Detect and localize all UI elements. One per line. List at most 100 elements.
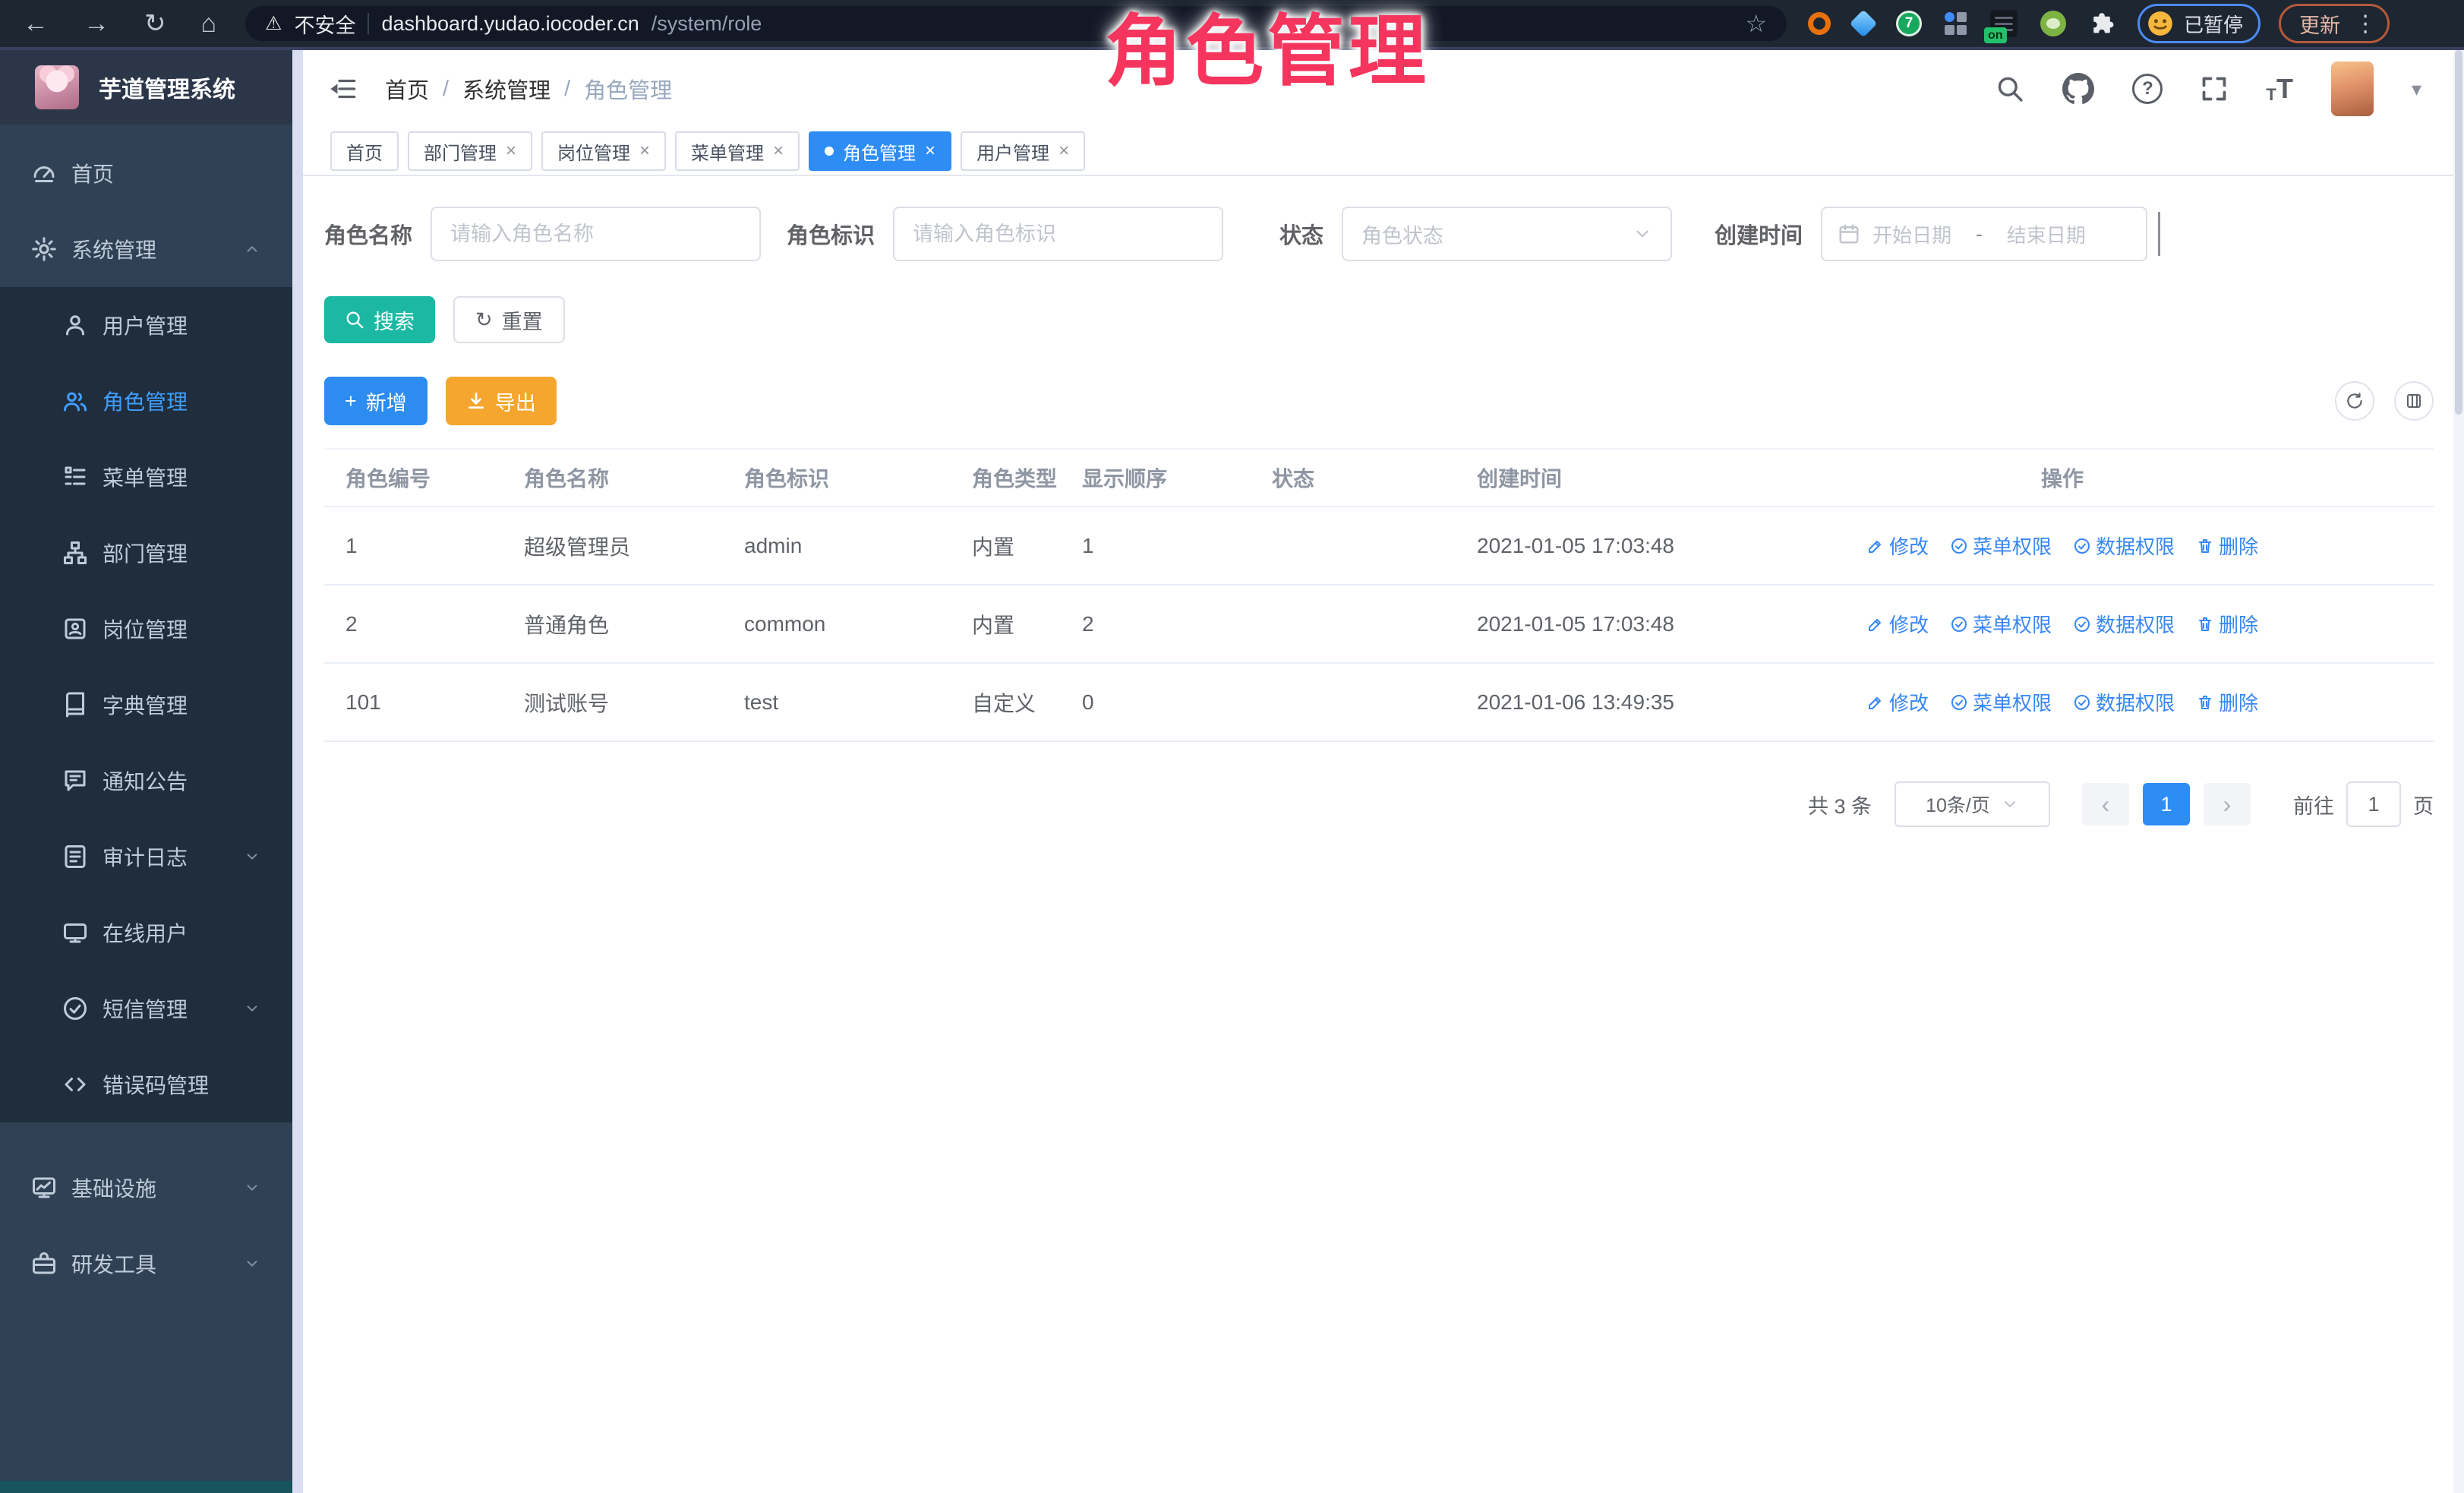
sidebar-item-notices[interactable]: 通知公告 [0, 743, 292, 819]
col-header-name: 角色名称 [503, 462, 723, 493]
sidebar-item-menus[interactable]: 菜单管理 [0, 439, 292, 515]
menu-permission-action[interactable]: 菜单权限 [1950, 532, 2052, 560]
tab-label: 用户管理 [976, 138, 1049, 165]
extension-grid-icon[interactable] [1945, 12, 1967, 35]
tab-users[interactable]: 用户管理 × [961, 131, 1085, 171]
sidebar-bottom-scrollbar[interactable] [0, 1481, 292, 1493]
sidebar-item-system[interactable]: 系统管理 [0, 211, 292, 287]
tab-menus[interactable]: 菜单管理 × [675, 131, 800, 171]
add-button[interactable]: + 新增 [324, 377, 427, 425]
github-icon[interactable] [2062, 73, 2094, 105]
menu-permission-action[interactable]: 菜单权限 [1950, 688, 2052, 716]
goto-page-input[interactable] [2346, 781, 2401, 827]
sidebar-item-posts[interactable]: 岗位管理 [0, 591, 292, 667]
sidebar-item-error-codes[interactable]: 错误码管理 [0, 1046, 292, 1122]
extensions-puzzle-icon[interactable] [2089, 11, 2115, 36]
cell-role-name: 普通角色 [503, 609, 723, 639]
data-permission-action[interactable]: 数据权限 [2073, 610, 2175, 638]
extension-seven-icon[interactable]: 7 [1896, 11, 1922, 36]
tab-posts[interactable]: 岗位管理 × [541, 131, 666, 171]
tab-roles[interactable]: 角色管理 × [809, 131, 951, 171]
sidebar-item-dictionary[interactable]: 字典管理 [0, 667, 292, 743]
sidebar-item-departments[interactable]: 部门管理 [0, 515, 292, 591]
sidebar-item-audit-log[interactable]: 审计日志 [0, 819, 292, 895]
update-label: 更新 [2299, 9, 2340, 39]
tab-departments[interactable]: 部门管理 × [408, 131, 532, 171]
tab-close-icon[interactable]: × [506, 140, 516, 162]
role-code-input[interactable] [893, 207, 1223, 261]
sidebar-collapse-icon[interactable] [327, 76, 358, 102]
edit-action[interactable]: 修改 [1866, 532, 1929, 560]
sidebar-item-infrastructure[interactable]: 基础设施 [0, 1150, 292, 1226]
edit-icon [1866, 693, 1885, 712]
profile-paused-pill[interactable]: 已暂停 [2137, 4, 2261, 43]
back-icon[interactable]: ← [23, 11, 49, 36]
toggle-knob [1245, 627, 1269, 652]
url-bar[interactable]: ⚠ 不安全 dashboard.yudao.iocoder.cn/system/… [245, 6, 1787, 41]
reset-button[interactable]: ↻ 重置 [453, 296, 565, 343]
sidebar-item-sms[interactable]: 短信管理 [0, 971, 292, 1046]
column-settings-button[interactable] [2394, 381, 2434, 421]
sidebar-item-roles[interactable]: 角色管理 [0, 363, 292, 439]
data-permission-action[interactable]: 数据权限 [2073, 688, 2175, 716]
search-icon[interactable] [1995, 74, 2024, 103]
bookmark-star-icon[interactable]: ☆ [1745, 9, 1767, 38]
menu-permission-action[interactable]: 菜单权限 [1950, 610, 2052, 638]
delete-action[interactable]: 删除 [2196, 532, 2258, 560]
search-button[interactable]: 搜索 [324, 296, 435, 343]
filter-role-name: 角色名称 [324, 207, 761, 261]
circle-check-icon [2073, 537, 2091, 555]
sidebar-item-label: 系统管理 [71, 234, 156, 264]
data-permission-action[interactable]: 数据权限 [2073, 532, 2175, 560]
extension-dark-icon[interactable]: on [1990, 10, 2018, 37]
help-icon[interactable]: ? [2132, 74, 2163, 104]
delete-action[interactable]: 删除 [2196, 688, 2258, 716]
fullscreen-icon[interactable] [2201, 75, 2228, 103]
page-scrollbar[interactable] [2453, 50, 2464, 1493]
tab-close-icon[interactable]: × [925, 140, 935, 162]
reload-icon[interactable]: ↻ [144, 11, 166, 36]
breadcrumb-home[interactable]: 首页 [385, 73, 429, 105]
update-pill[interactable]: 更新 ⋮ [2279, 4, 2390, 43]
page-1-button[interactable]: 1 [2143, 783, 2190, 825]
export-button[interactable]: 导出 [446, 377, 557, 425]
sidebar-item-devtools[interactable]: 研发工具 [0, 1226, 292, 1302]
extension-monkey-icon[interactable] [2040, 11, 2066, 36]
page-size-select[interactable]: 10条/页 [1895, 781, 2050, 827]
sidebar-scrollbar[interactable] [292, 50, 303, 1493]
sidebar-item-home[interactable]: 首页 [0, 135, 292, 211]
goto-label: 前往 [2293, 790, 2334, 819]
chevron-up-icon [244, 241, 260, 257]
edit-action[interactable]: 修改 [1866, 610, 1929, 638]
avatar-caret-down-icon[interactable]: ▾ [2412, 77, 2421, 101]
sidebar-item-label: 部门管理 [103, 538, 188, 568]
user-avatar[interactable] [2331, 62, 2374, 116]
next-page-button[interactable]: › [2204, 783, 2251, 825]
scrollbar-thumb[interactable] [2455, 50, 2462, 415]
tab-close-icon[interactable]: × [639, 140, 650, 162]
select-caret-icon [2001, 795, 2019, 813]
status-select[interactable]: 角色状态 [1342, 207, 1672, 261]
tab-close-icon[interactable]: × [773, 140, 784, 162]
home-icon[interactable]: ⌂ [201, 11, 217, 36]
prev-page-button[interactable]: ‹ [2082, 783, 2129, 825]
sidebar-item-users[interactable]: 用户管理 [0, 287, 292, 363]
tab-home[interactable]: 首页 [330, 131, 399, 171]
role-name-input[interactable] [431, 207, 761, 261]
table-row: 1 超级管理员 admin 内置 1 2021-01-05 17:03:48 修… [324, 507, 2434, 586]
tab-label: 岗位管理 [557, 138, 630, 165]
sidebar-item-online-users[interactable]: 在线用户 [0, 895, 292, 971]
extension-ring-icon[interactable] [1808, 12, 1831, 35]
edit-action[interactable]: 修改 [1866, 688, 1929, 716]
users-group-icon [62, 387, 89, 415]
forward-icon[interactable]: → [84, 11, 109, 36]
font-size-icon[interactable]: TT [2266, 73, 2292, 105]
extension-gem-icon[interactable] [1850, 10, 1878, 38]
refresh-table-button[interactable] [2335, 381, 2374, 421]
date-range-picker[interactable]: 开始日期 - 结束日期 [1821, 207, 2147, 261]
breadcrumb-current: 角色管理 [584, 73, 672, 105]
browser-menu-icon[interactable]: ⋮ [2354, 11, 2377, 37]
breadcrumb-system[interactable]: 系统管理 [462, 73, 551, 105]
delete-action[interactable]: 删除 [2196, 610, 2258, 638]
tab-close-icon[interactable]: × [1058, 140, 1069, 162]
